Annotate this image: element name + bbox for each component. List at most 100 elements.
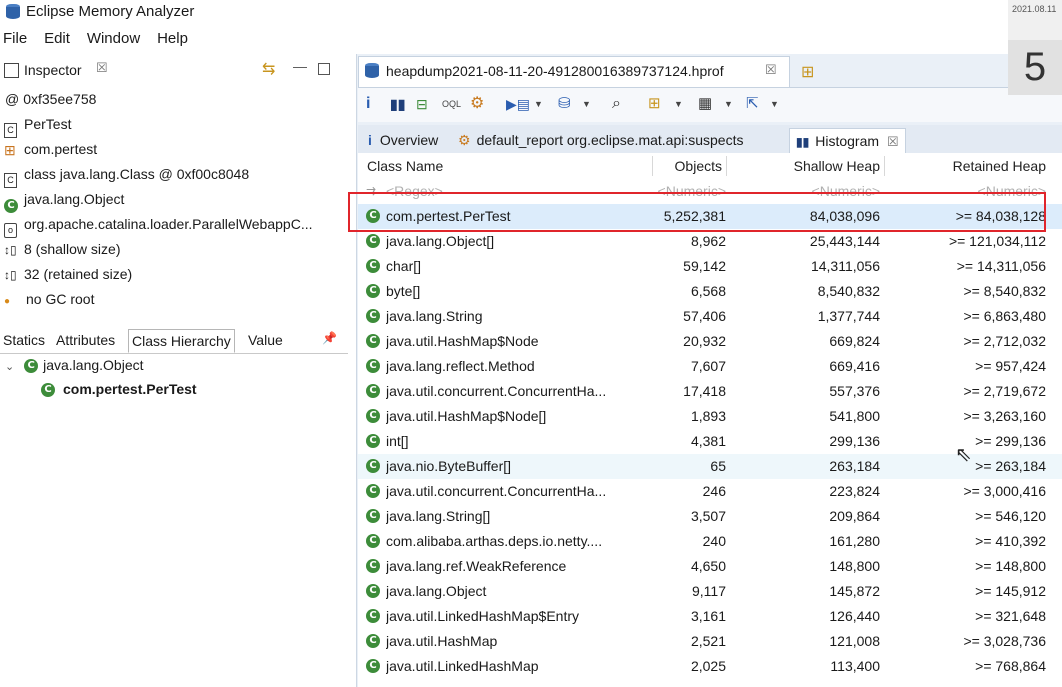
cell-shallow-heap: 8,540,832 xyxy=(817,283,880,299)
table-row[interactable]: Cjava.util.concurrent.ConcurrentHa... 17,… xyxy=(358,379,1062,404)
histogram-icon[interactable]: ▮▮ xyxy=(390,96,406,112)
maximize-icon[interactable] xyxy=(318,63,330,75)
class-green-icon: C xyxy=(366,584,380,598)
cell-shallow-heap: 121,008 xyxy=(829,633,880,649)
cell-shallow-heap: 223,824 xyxy=(829,483,880,499)
class-green-icon: C xyxy=(366,484,380,498)
chevron-down-icon[interactable]: ⌄ xyxy=(5,361,14,373)
histogram-icon: ▮▮ xyxy=(796,135,810,149)
tab-overview[interactable]: i Overview xyxy=(368,128,438,152)
table-row[interactable]: Cjava.util.LinkedHashMap$Entry 3,161 126,4… xyxy=(358,604,1062,629)
tab-histogram[interactable]: ▮▮ Histogram ☒ xyxy=(789,128,906,153)
table-row[interactable]: Cjava.lang.String 57,406 1,377,744 >= 6,863… xyxy=(358,304,1062,329)
table-row[interactable]: Cjava.util.HashMap$Node 20,932 669,824 >= 2… xyxy=(358,329,1062,354)
table-row[interactable]: Cjava.lang.Object[] 8,962 25,443,144 >= 121… xyxy=(358,229,1062,254)
table-row[interactable]: Cjava.lang.String[] 3,507 209,864 >= 546,12… xyxy=(358,504,1062,529)
link-sync-icon[interactable]: ⇆ xyxy=(262,59,275,79)
cell-shallow-heap: 113,400 xyxy=(830,658,880,674)
chevron-down-icon[interactable]: ▼ xyxy=(534,96,550,112)
cell-class-name: java.lang.String[] xyxy=(386,508,491,524)
oql-icon[interactable]: OQL xyxy=(442,96,461,112)
table-row[interactable]: Cjava.lang.ref.WeakReference 4,650 148,800… xyxy=(358,554,1062,579)
close-icon[interactable]: ☒ xyxy=(887,134,899,149)
tab-statics[interactable]: Statics xyxy=(0,329,48,351)
cell-class-name: java.util.HashMap$Node xyxy=(386,333,539,349)
inspector-row-class: C PerTest xyxy=(0,112,71,139)
search-icon[interactable]: ⌕ xyxy=(612,96,628,112)
cell-retained-heap: >= 263,184 xyxy=(975,458,1046,474)
cell-objects: 59,142 xyxy=(683,258,726,274)
cell-objects: 3,161 xyxy=(690,608,726,624)
table-row[interactable]: Ccom.alibaba.arthas.deps.io.netty.... 240… xyxy=(358,529,1062,554)
export-icon[interactable]: ⇱ xyxy=(746,96,762,112)
cell-class-name: java.nio.ByteBuffer[] xyxy=(386,458,512,474)
menu-window[interactable]: Window xyxy=(87,30,140,47)
chevron-down-icon[interactable]: ▼ xyxy=(674,96,690,112)
run-report-icon[interactable]: ▶▤ xyxy=(506,96,530,112)
tab-class-hierarchy[interactable]: Class Hierarchy xyxy=(128,329,235,353)
close-icon[interactable]: ☒ xyxy=(96,60,108,76)
tab-attributes[interactable]: Attributes xyxy=(53,329,118,351)
table-row[interactable]: Cjava.util.HashMap 2,521 121,008 >= 3,028,7… xyxy=(358,629,1062,654)
chevron-down-icon[interactable]: ▼ xyxy=(582,96,598,112)
cell-retained-heap: >= 6,863,480 xyxy=(963,308,1046,324)
chevron-down-icon[interactable]: ▼ xyxy=(770,96,786,112)
title-bar: Eclipse Memory Analyzer xyxy=(0,0,1000,26)
chevron-down-icon[interactable]: ▼ xyxy=(724,96,740,112)
group-by-icon[interactable]: ⊞ xyxy=(648,96,664,112)
gear-icon[interactable]: ⚙ xyxy=(470,96,486,112)
dominator-tree-icon[interactable]: ⊟ xyxy=(416,96,432,112)
minimize-icon[interactable]: — xyxy=(293,58,307,74)
table-row[interactable]: Cjava.util.LinkedHashMap 2,025 113,400 >= 7… xyxy=(358,654,1062,679)
info-icon[interactable]: i xyxy=(366,96,382,112)
query-browser-icon[interactable]: ⛁ xyxy=(558,96,574,112)
tree-item-superclass[interactable]: ⌄ Cjava.lang.Object xyxy=(0,353,144,377)
cell-class-name: java.lang.reflect.Method xyxy=(386,358,535,374)
tab-default-report[interactable]: ⚙ default_report org.eclipse.mat.api:susp… xyxy=(458,128,744,152)
close-icon[interactable]: ☒ xyxy=(765,62,777,78)
column-header-retained-heap[interactable]: Retained Heap xyxy=(898,153,1046,179)
class-green-icon: C xyxy=(366,409,380,423)
class-green-icon: C xyxy=(366,434,380,448)
class-green-icon: C xyxy=(41,383,55,398)
menu-help[interactable]: Help xyxy=(157,30,188,47)
table-row[interactable]: Cjava.util.HashMap$Node[] 1,893 541,800 >= … xyxy=(358,404,1062,429)
table-row[interactable]: Cchar[] 59,142 14,311,056 >= 14,311,056 xyxy=(358,254,1062,279)
class-green-icon: C xyxy=(24,359,39,374)
class-green-icon: C xyxy=(366,534,380,548)
column-header-shallow-heap[interactable]: Shallow Heap xyxy=(758,153,880,179)
cell-class-name: java.util.HashMap xyxy=(386,633,498,649)
table-columns-icon[interactable]: ▦ xyxy=(698,96,714,112)
tab-value[interactable]: Value xyxy=(245,329,286,351)
cell-objects: 4,650 xyxy=(690,558,726,574)
cell-objects: 20,932 xyxy=(683,333,726,349)
editor-menu-icon[interactable]: ⊞ xyxy=(801,62,814,82)
cell-shallow-heap: 669,824 xyxy=(829,333,880,349)
inspector-row-package: ⊞ com.pertest xyxy=(4,141,98,159)
cell-shallow-heap: 263,184 xyxy=(829,458,880,474)
column-header-class-name[interactable]: Class Name xyxy=(367,153,443,179)
menu-file[interactable]: File xyxy=(3,30,27,47)
table-row[interactable]: Cjava.lang.reflect.Method 7,607 669,416 >= … xyxy=(358,354,1062,379)
pin-icon[interactable]: 📌 xyxy=(322,331,337,345)
table-row[interactable]: Cbyte[] 6,568 8,540,832 >= 8,540,832 xyxy=(358,279,1062,304)
column-header-objects[interactable]: Objects xyxy=(628,153,722,179)
cell-objects: 4,381 xyxy=(690,433,726,449)
cell-objects: 9,117 xyxy=(692,583,726,599)
table-row[interactable]: Cjava.util.concurrent.ConcurrentHa... 246… xyxy=(358,479,1062,504)
editor-file-tab[interactable]: heapdump2021-08-11-20-491280016389737124… xyxy=(358,56,790,87)
inspector-row-gcroot: ● no GC root xyxy=(4,291,95,308)
tree-item-selected-class[interactable]: Ccom.pertest.PerTest xyxy=(0,377,197,401)
menu-edit[interactable]: Edit xyxy=(44,30,70,47)
inspector-row-shallow: ↕▯ 8 (shallow size) xyxy=(4,241,121,258)
table-row[interactable]: Cjava.lang.Object 9,117 145,872 >= 145,912 xyxy=(358,579,1062,604)
inspector-title[interactable]: Inspector xyxy=(24,62,82,78)
file-tab-label: heapdump2021-08-11-20-491280016389737124… xyxy=(386,63,724,79)
cell-class-name: java.util.concurrent.ConcurrentHa... xyxy=(386,383,607,399)
class-green-icon: C xyxy=(366,284,380,298)
clock-digit: 5 xyxy=(1008,40,1062,95)
cell-shallow-heap: 669,416 xyxy=(829,358,880,374)
inspector-tabs: Statics Attributes Class Hierarchy Value… xyxy=(0,327,348,354)
inspector-row-classloader: o org.apache.catalina.loader.ParallelWeba… xyxy=(0,212,312,239)
class-green-icon: C xyxy=(366,309,380,323)
